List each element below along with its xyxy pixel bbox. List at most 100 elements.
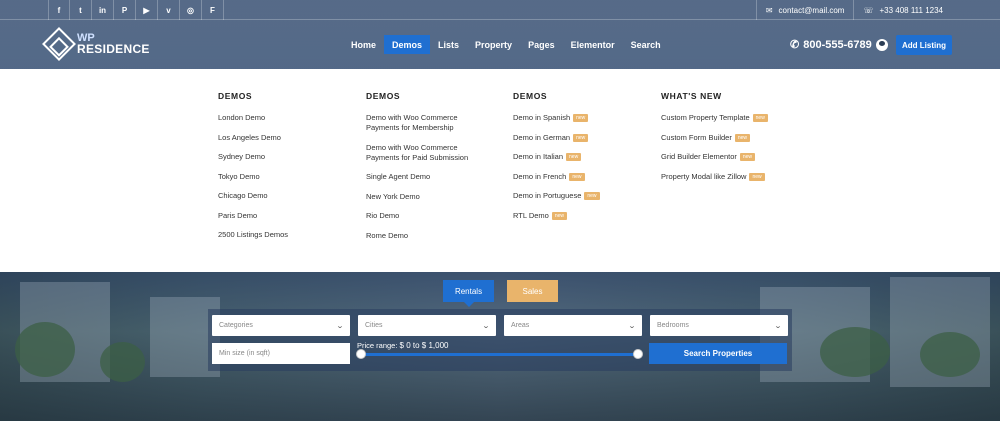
menu-item-2500-listings-demos[interactable]: 2500 Listings Demos: [218, 230, 358, 240]
site-logo[interactable]: WP RESIDENCE: [42, 27, 150, 61]
vimeo-icon[interactable]: v: [158, 0, 180, 20]
price-slider-max-handle[interactable]: [633, 349, 643, 359]
chevron-down-icon: ⌄: [773, 322, 783, 330]
new-badge: new: [573, 114, 589, 123]
active-tab-pointer: [464, 302, 474, 307]
menu-item-custom-property-template[interactable]: Custom Property Template new: [661, 113, 821, 123]
menu-item-sydney-demo[interactable]: Sydney Demo: [218, 152, 358, 162]
cities-placeholder: Cities: [365, 322, 383, 329]
menu-item-property-modal-zillow[interactable]: Property Modal like Zillow new: [661, 172, 821, 182]
demos-mega-menu: DEMOS London Demo Los Angeles Demo Sydne…: [0, 69, 1000, 272]
menu-item-woo-paid-submission[interactable]: Demo with Woo Commerce Payments for Paid…: [366, 143, 491, 163]
mega-column-3: DEMOS Demo in Spanish new Demo in German n…: [513, 91, 653, 230]
menu-item-demo-italian[interactable]: Demo in Italian new: [513, 152, 653, 162]
menu-item-los-angeles-demo[interactable]: Los Angeles Demo: [218, 133, 358, 143]
add-listing-button[interactable]: Add Listing: [896, 35, 952, 55]
new-badge: new: [734, 133, 751, 142]
new-badge: new: [752, 114, 768, 123]
menu-item-label: Demo in Portuguese: [513, 191, 582, 200]
menu-item-woo-membership[interactable]: Demo with Woo Commerce Payments for Memb…: [366, 113, 491, 133]
logo-text: WP RESIDENCE: [77, 33, 150, 56]
bedrooms-placeholder: Bedrooms: [657, 322, 689, 329]
column-title: DEMOS: [218, 91, 253, 101]
header-phone-text: 800-555-6789: [803, 38, 872, 51]
new-badge: new: [551, 211, 568, 220]
menu-item-label: Custom Property Template: [661, 113, 750, 122]
youtube-icon[interactable]: ▶: [136, 0, 158, 20]
price-slider-track[interactable]: [361, 353, 638, 356]
top-bar: f t in P ▶ v ◎ F ✉ contact@mail.com ☏ +3…: [0, 0, 1000, 20]
nav-lists[interactable]: Lists: [430, 35, 467, 54]
main-nav: Home Demos Lists Property Pages Elemento…: [343, 35, 669, 54]
min-size-input[interactable]: Min size (in sqft): [212, 343, 350, 364]
menu-item-custom-form-builder[interactable]: Custom Form Builder new: [661, 133, 821, 143]
mega-column-2: DEMOS Demo with Woo Commerce Payments fo…: [366, 91, 491, 250]
cities-select[interactable]: Cities ⌄: [358, 315, 496, 336]
areas-placeholder: Areas: [511, 322, 530, 329]
menu-item-rtl-demo[interactable]: RTL Demo new: [513, 211, 653, 221]
contact-info: ✉ contact@mail.com ☏ +33 408 111 1234: [755, 0, 952, 20]
menu-item-grid-builder-elementor[interactable]: Grid Builder Elementor new: [661, 152, 821, 162]
pinterest-icon[interactable]: P: [114, 0, 136, 20]
price-slider-min-handle[interactable]: [356, 349, 366, 359]
menu-item-demo-french[interactable]: Demo in French new: [513, 172, 653, 182]
menu-item-label: Demo in Spanish: [513, 113, 571, 122]
email-link[interactable]: ✉ contact@mail.com: [755, 0, 854, 20]
user-icon[interactable]: [876, 39, 888, 51]
menu-item-paris-demo[interactable]: Paris Demo: [218, 211, 358, 221]
menu-item-tokyo-demo[interactable]: Tokyo Demo: [218, 172, 358, 182]
phone-icon: ✆: [790, 39, 800, 51]
menu-item-chicago-demo[interactable]: Chicago Demo: [218, 191, 358, 201]
menu-item-demo-portuguese[interactable]: Demo in Portuguese new: [513, 191, 653, 201]
nav-property[interactable]: Property: [467, 35, 520, 54]
menu-item-label: Demo in French: [513, 171, 567, 181]
twitter-icon[interactable]: t: [70, 0, 92, 20]
email-text: contact@mail.com: [778, 5, 845, 15]
chevron-down-icon: ⌄: [335, 322, 345, 330]
price-range-label: Price range: $ 0 to $ 1,000: [357, 341, 448, 350]
linkedin-icon[interactable]: in: [92, 0, 114, 20]
new-badge: new: [573, 133, 589, 142]
tab-rentals[interactable]: Rentals: [443, 280, 494, 302]
menu-item-rio-demo[interactable]: Rio Demo: [366, 211, 491, 221]
topbar-phone-link[interactable]: ☏ +33 408 111 1234: [853, 0, 952, 20]
search-properties-button[interactable]: Search Properties: [649, 343, 787, 364]
mega-column-4: WHAT'S NEW Custom Property Template new C…: [661, 91, 821, 191]
menu-item-rome-demo[interactable]: Rome Demo: [366, 231, 491, 241]
header-phone[interactable]: ✆ 800-555-6789: [790, 38, 872, 52]
nav-elementor[interactable]: Elementor: [563, 35, 623, 54]
tree-image: [920, 332, 980, 377]
instagram-icon[interactable]: ◎: [180, 0, 202, 20]
foursquare-icon[interactable]: F: [202, 0, 224, 20]
menu-item-demo-german[interactable]: Demo in German new: [513, 133, 653, 143]
whatsapp-icon: ☏: [863, 5, 874, 15]
main-header: WP RESIDENCE Home Demos Lists Property P…: [0, 21, 1000, 69]
areas-select[interactable]: Areas ⌄: [504, 315, 642, 336]
new-badge: new: [739, 153, 756, 162]
menu-item-single-agent-demo[interactable]: Single Agent Demo: [366, 172, 491, 182]
menu-item-new-york-demo[interactable]: New York Demo: [366, 192, 491, 202]
bedrooms-select[interactable]: Bedrooms ⌄: [650, 315, 788, 336]
mega-column-1: DEMOS London Demo Los Angeles Demo Sydne…: [218, 91, 358, 250]
nav-search[interactable]: Search: [623, 35, 669, 54]
categories-placeholder: Categories: [219, 322, 253, 329]
tab-sales[interactable]: Sales: [507, 280, 558, 302]
envelope-icon: ✉: [765, 5, 773, 15]
new-badge: new: [584, 192, 600, 201]
tree-image: [820, 327, 890, 377]
menu-item-label: Custom Form Builder: [661, 132, 732, 142]
menu-item-demo-spanish[interactable]: Demo in Spanish new: [513, 113, 653, 123]
menu-item-label: RTL Demo: [513, 210, 549, 220]
facebook-icon[interactable]: f: [48, 0, 70, 20]
nav-demos[interactable]: Demos: [384, 35, 431, 54]
categories-select[interactable]: Categories ⌄: [212, 315, 350, 336]
nav-pages[interactable]: Pages: [520, 35, 563, 54]
column-title: WHAT'S NEW: [661, 91, 722, 101]
nav-home[interactable]: Home: [343, 35, 384, 54]
menu-item-label: Property Modal like Zillow: [661, 171, 747, 181]
tree-image: [15, 322, 75, 377]
tree-image: [100, 342, 145, 382]
social-links: f t in P ▶ v ◎ F: [48, 0, 224, 20]
menu-item-london-demo[interactable]: London Demo: [218, 113, 358, 123]
menu-item-label: Grid Builder Elementor: [661, 152, 737, 161]
